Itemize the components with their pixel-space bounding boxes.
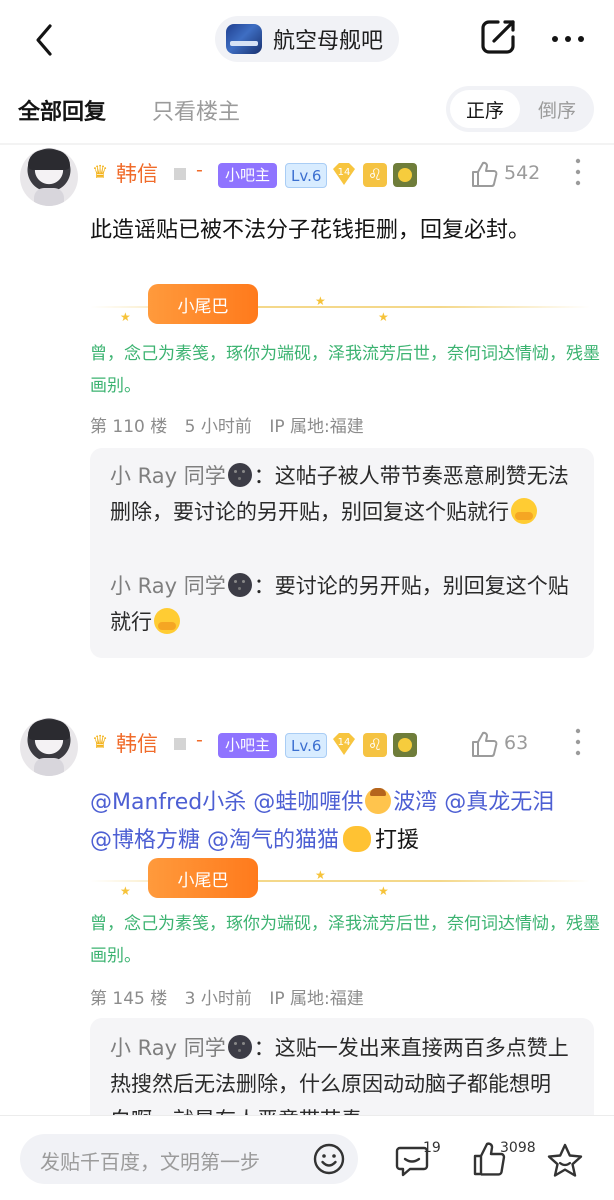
reply-input[interactable]: 发贴千百度，文明第一步	[20, 1134, 358, 1184]
mention-link[interactable]: @蛙咖喱供	[253, 790, 363, 815]
star-icon: ★	[315, 868, 326, 882]
star-icon: ★	[378, 884, 389, 898]
thumbs-up-icon[interactable]	[470, 730, 498, 758]
signature-poem: 曾，念己为素笺，琢你为端砚，泽我流芳后世，奈何词达情恸，残墨画别。	[90, 914, 600, 966]
ip-location: IP 属地:福建	[269, 417, 364, 437]
mention-link[interactable]: @淘气的猫猫	[207, 828, 339, 853]
more-icon[interactable]	[548, 24, 588, 54]
gray-square-icon	[174, 738, 186, 750]
back-icon[interactable]	[28, 20, 60, 60]
top-bar: 航空母舰吧	[0, 0, 614, 80]
tail-label: 小尾巴	[148, 858, 258, 898]
mention-link[interactable]: 波湾	[393, 790, 437, 815]
share-icon[interactable]	[478, 17, 518, 57]
like-count-total: 3098	[500, 1140, 536, 1156]
signature-poem: 曾，念己为素笺，琢你为端砚，泽我流芳后世，奈何词达情恸，残墨画别。	[90, 344, 600, 396]
post-more-icon[interactable]	[574, 156, 582, 188]
star-icon: ★	[315, 294, 326, 308]
cat-emoji-icon	[343, 826, 372, 852]
sub-reply: 小 Ray 同学 ：要讨论的另开贴，别回复这个贴就行	[110, 568, 570, 640]
like-count: 63	[504, 732, 529, 754]
moon-emoji-icon	[227, 463, 252, 487]
gem-badge-icon: 14	[333, 163, 355, 185]
avatar[interactable]	[20, 718, 78, 776]
mention-link[interactable]: @Manfred小杀	[90, 790, 246, 815]
reply-author[interactable]: 小 Ray 同学	[110, 1036, 226, 1060]
mention-link[interactable]: @博格方糖	[90, 828, 200, 853]
tab-all-replies[interactable]: 全部回复	[18, 94, 106, 126]
star-icon: ★	[378, 310, 389, 324]
divider	[0, 143, 614, 145]
medal-badge-icon	[393, 733, 417, 757]
tab-op-only[interactable]: 只看楼主	[152, 94, 240, 126]
moon-emoji-icon	[227, 1035, 252, 1059]
level-badge: Lv.6	[285, 733, 328, 758]
gem-level: 14	[338, 737, 351, 748]
emoji-icon[interactable]	[312, 1142, 346, 1176]
reply-colon: ：	[253, 464, 275, 488]
floor-number: 第 145 楼	[90, 989, 168, 1009]
moon-emoji-icon	[227, 573, 252, 597]
thumbs-up-icon[interactable]	[470, 160, 498, 188]
forum-chip[interactable]: 航空母舰吧	[215, 16, 399, 62]
crown-icon: ♛	[92, 732, 109, 753]
mention-suffix: 打援	[375, 828, 420, 853]
face-emoji-icon	[365, 788, 392, 814]
tail-banner: ★ ★ ★ 小尾巴	[90, 858, 590, 900]
forum-logo-icon	[226, 24, 262, 54]
tail-label: 小尾巴	[148, 284, 258, 324]
separator: -	[196, 729, 203, 751]
mod-badge: 小吧主	[218, 163, 278, 188]
post-meta: 第 145 楼 3 小时前 IP 属地:福建	[90, 984, 364, 1009]
mention-link[interactable]: @真龙无泪	[444, 790, 554, 815]
forum-name: 航空母舰吧	[273, 29, 384, 54]
leo-badge-icon: ♌	[363, 733, 387, 757]
crown-icon: ♛	[92, 162, 109, 183]
post-time: 5 小时前	[184, 417, 252, 437]
star-icon: ★	[120, 884, 131, 898]
floor-number: 第 110 楼	[90, 417, 168, 437]
username[interactable]: 韩信	[116, 158, 158, 188]
gem-badge-icon: 14	[333, 733, 355, 755]
gray-square-icon	[174, 168, 186, 180]
level-badge: Lv.6	[285, 163, 328, 188]
star-icon: ★	[120, 310, 131, 324]
reply-input-placeholder: 发贴千百度，文明第一步	[40, 1150, 260, 1174]
post-content: 此造谣贴已被不法分子花钱拒删，回复必封。	[90, 218, 531, 243]
reply-colon: ：	[253, 1036, 275, 1060]
post-meta: 第 110 楼 5 小时前 IP 属地:福建	[90, 412, 364, 437]
reply-author[interactable]: 小 Ray 同学	[110, 574, 226, 598]
order-desc-button[interactable]: 倒序	[524, 90, 590, 128]
hug-emoji-icon	[511, 498, 537, 524]
separator: -	[196, 159, 203, 181]
ip-location: IP 属地:福建	[269, 989, 364, 1009]
like-count: 542	[504, 162, 541, 184]
avatar[interactable]	[20, 148, 78, 206]
order-asc-button[interactable]: 正序	[450, 90, 520, 128]
order-toggle: 正序 倒序	[446, 86, 594, 132]
post-content: @Manfred小杀 @蛙咖喱供 波湾 @真龙无泪 @博格方糖 @淘气的猫猫 打援	[90, 784, 580, 860]
reply-colon: ：	[253, 574, 275, 598]
tail-banner: ★ ★ ★ 小尾巴	[90, 284, 590, 326]
mod-badge: 小吧主	[218, 733, 278, 758]
reply-tabs: 全部回复 只看楼主 正序 倒序	[0, 82, 614, 138]
leo-badge-icon: ♌	[363, 163, 387, 187]
medal-badge-icon	[393, 163, 417, 187]
favorite-star-icon[interactable]	[546, 1142, 584, 1180]
sub-reply: 小 Ray 同学 ：这帖子被人带节奏恶意刷赞无法删除，要讨论的另开贴，别回复这个贴…	[110, 458, 570, 530]
sub-reply-box[interactable]: 小 Ray 同学 ：这帖子被人带节奏恶意刷赞无法删除，要讨论的另开贴，别回复这个贴…	[90, 448, 594, 658]
reply-author[interactable]: 小 Ray 同学	[110, 464, 226, 488]
bottom-bar: 发贴千百度，文明第一步 19 3098	[0, 1116, 614, 1200]
post-time: 3 小时前	[184, 989, 252, 1009]
post-more-icon[interactable]	[574, 726, 582, 758]
gem-level: 14	[338, 167, 351, 178]
username[interactable]: 韩信	[116, 728, 158, 758]
comment-count: 19	[423, 1140, 441, 1156]
hug-emoji-icon	[154, 608, 180, 634]
